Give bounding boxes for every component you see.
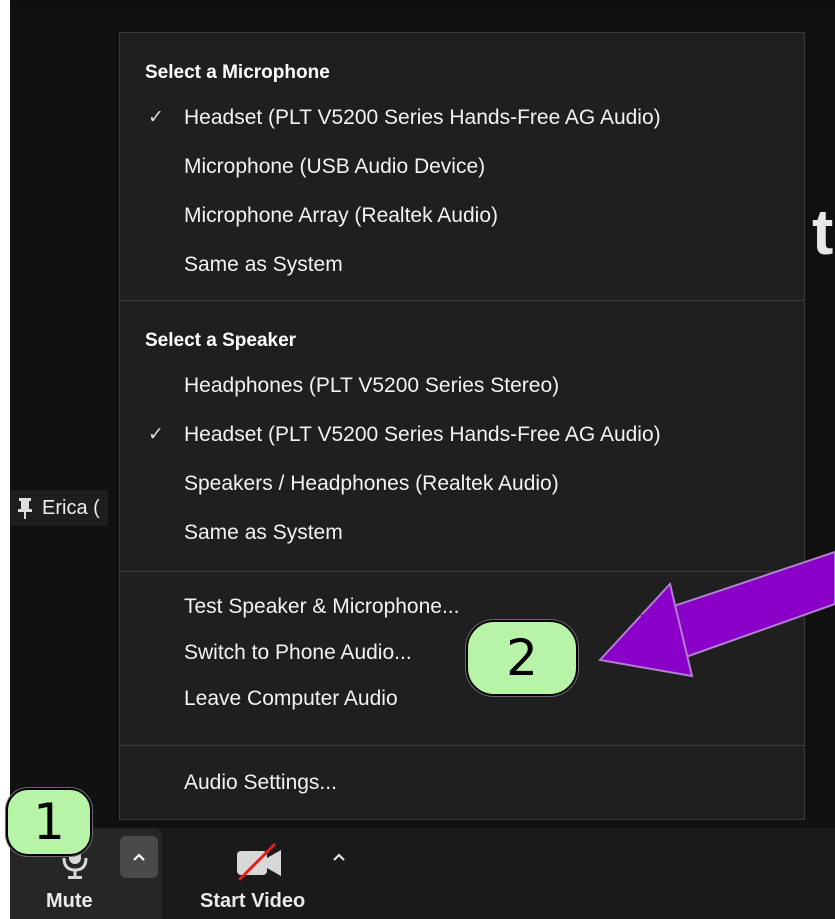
microphone-option-label: Headset (PLT V5200 Series Hands-Free AG …: [184, 106, 661, 129]
microphone-option-label: Microphone (USB Audio Device): [184, 155, 486, 178]
speaker-option-label: Headphones (PLT V5200 Series Stereo): [184, 374, 560, 397]
microphone-option[interactable]: ✓ Headset (PLT V5200 Series Hands-Free A…: [120, 93, 804, 142]
chevron-up-icon: [333, 853, 345, 861]
speaker-option[interactable]: Speakers / Headphones (Realtek Audio): [120, 459, 804, 508]
participant-name: Erica (: [42, 496, 100, 519]
speaker-option-label: Same as System: [184, 521, 343, 544]
test-speaker-microphone-item[interactable]: Test Speaker & Microphone...: [120, 584, 804, 630]
audio-options-caret-button[interactable]: [120, 836, 158, 878]
microphone-option[interactable]: Same as System: [120, 240, 804, 289]
speaker-option[interactable]: Same as System: [120, 508, 804, 557]
participant-name-tag: Erica (: [10, 490, 108, 526]
video-off-icon[interactable]: [235, 842, 285, 882]
annotation-badge-2: 2: [466, 620, 578, 696]
check-icon: ✓: [148, 107, 164, 128]
audio-actions-section: Test Speaker & Microphone... Switch to P…: [120, 572, 804, 746]
speaker-section-title: Select a Speaker: [145, 330, 297, 351]
start-video-label[interactable]: Start Video: [200, 890, 305, 913]
switch-to-phone-audio-item[interactable]: Switch to Phone Audio...: [120, 630, 804, 676]
microphone-option-label: Same as System: [184, 253, 343, 276]
check-icon: ✓: [148, 424, 164, 445]
audio-options-menu: Select a Microphone ✓ Headset (PLT V5200…: [119, 32, 805, 820]
speaker-section: Select a Speaker Headphones (PLT V5200 S…: [120, 301, 804, 572]
pin-icon: [18, 498, 32, 519]
microphone-option-label: Microphone Array (Realtek Audio): [184, 204, 498, 227]
microphone-option[interactable]: Microphone Array (Realtek Audio): [120, 191, 804, 240]
chevron-up-icon: [133, 853, 145, 861]
mute-label[interactable]: Mute: [46, 890, 93, 913]
video-options-caret-button[interactable]: [324, 842, 354, 872]
speaker-option[interactable]: ✓ Headset (PLT V5200 Series Hands-Free A…: [120, 410, 804, 459]
window-border: [0, 0, 10, 919]
audio-settings-section: Audio Settings...: [120, 746, 804, 822]
audio-settings-item[interactable]: Audio Settings...: [120, 760, 804, 806]
speaker-option-label: Headset (PLT V5200 Series Hands-Free AG …: [184, 423, 661, 446]
leave-computer-audio-item[interactable]: Leave Computer Audio: [120, 676, 804, 722]
speaker-option-label: Speakers / Headphones (Realtek Audio): [184, 472, 559, 495]
meeting-toolbar: Mute Start Video: [10, 828, 835, 919]
shared-content-text: t: [812, 196, 834, 268]
annotation-badge-1: 1: [6, 788, 92, 856]
microphone-section: Select a Microphone ✓ Headset (PLT V5200…: [120, 33, 804, 301]
microphone-section-title: Select a Microphone: [145, 62, 330, 83]
speaker-option[interactable]: Headphones (PLT V5200 Series Stereo): [120, 361, 804, 410]
microphone-option[interactable]: Microphone (USB Audio Device): [120, 142, 804, 191]
